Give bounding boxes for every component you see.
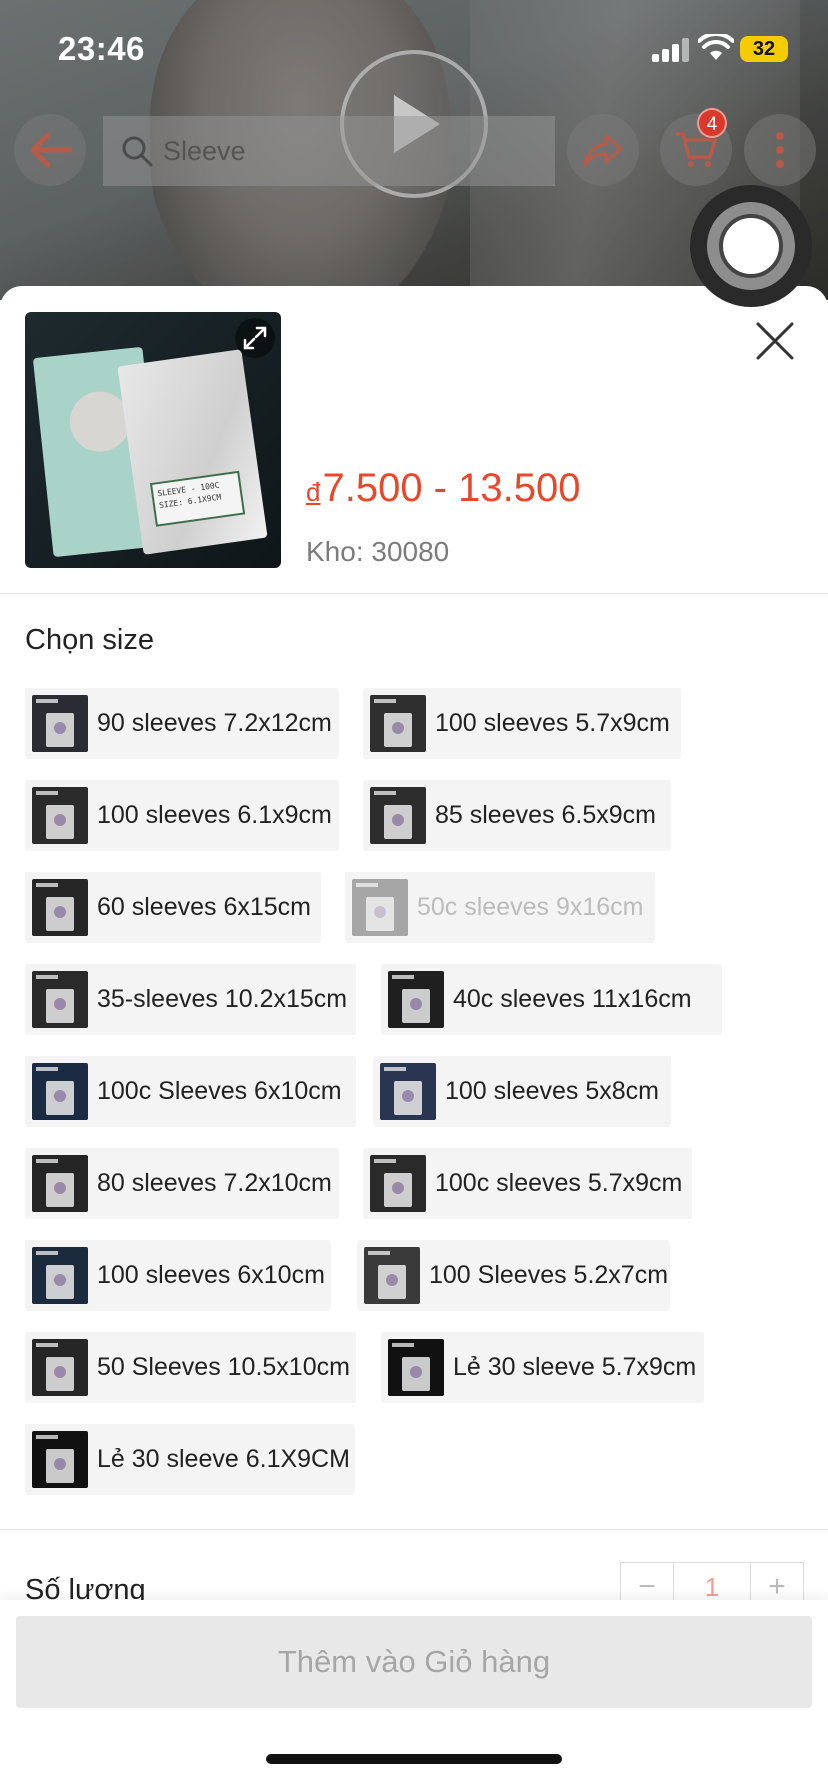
price-currency: đ xyxy=(306,477,321,507)
variant-option-thumbnail xyxy=(370,1155,426,1212)
variant-option-label: Lẻ 30 sleeve 5.7x9cm xyxy=(453,1353,697,1381)
variant-option-thumbnail xyxy=(32,1247,88,1304)
search-bar[interactable]: Sleeve xyxy=(103,116,555,186)
variant-option-label: 80 sleeves 7.2x10cm xyxy=(97,1169,332,1197)
variant-option-label: 50c sleeves 9x16cm xyxy=(417,893,644,921)
variant-option[interactable]: 50 Sleeves 10.5x10cm xyxy=(25,1332,356,1403)
more-options-button[interactable] xyxy=(744,114,816,186)
variant-option-label: 50 Sleeves 10.5x10cm xyxy=(97,1353,350,1381)
variant-option-label: 100c sleeves 5.7x9cm xyxy=(435,1169,683,1197)
variant-option-label: 35-sleeves 10.2x15cm xyxy=(97,985,348,1013)
back-button[interactable] xyxy=(14,114,86,186)
variant-section-title: Chọn size xyxy=(25,624,154,656)
variant-option: 50c sleeves 9x16cm xyxy=(345,872,655,943)
share-button[interactable] xyxy=(567,114,639,186)
variant-option-label: 100 sleeves 5.7x9cm xyxy=(435,709,670,737)
variant-option-thumbnail xyxy=(32,1339,88,1396)
variant-option-thumbnail xyxy=(32,1063,88,1120)
variant-option-label: 100 sleeves 6x10cm xyxy=(97,1261,325,1289)
add-to-cart-button[interactable]: Thêm vào Giỏ hàng xyxy=(16,1616,812,1708)
product-thumbnail[interactable]: SLEEVE - 100C SIZE: 6.1X9CM xyxy=(25,312,281,568)
variant-option-label: Lẻ 30 sleeve 6.1X9CM xyxy=(97,1445,350,1473)
variant-option[interactable]: Lẻ 30 sleeve 6.1X9CM xyxy=(25,1424,355,1495)
variant-option[interactable]: 100c sleeves 5.7x9cm xyxy=(363,1148,692,1219)
close-icon xyxy=(756,322,794,360)
wifi-icon xyxy=(698,34,734,60)
variant-option[interactable]: 80 sleeves 7.2x10cm xyxy=(25,1148,339,1219)
thumbnail-sleeve-label: SLEEVE - 100C SIZE: 6.1X9CM xyxy=(149,470,246,527)
variant-option-label: 90 sleeves 7.2x12cm xyxy=(97,709,332,737)
variant-option-thumbnail xyxy=(364,1247,420,1304)
variant-option-label: 60 sleeves 6x15cm xyxy=(97,893,312,921)
variant-option-label: 100c Sleeves 6x10cm xyxy=(97,1077,342,1105)
variant-option[interactable]: 85 sleeves 6.5x9cm xyxy=(363,780,671,851)
variant-option-thumbnail xyxy=(32,787,88,844)
variant-option-thumbnail xyxy=(32,879,88,936)
more-vertical-icon xyxy=(776,132,784,168)
variant-option-thumbnail xyxy=(370,695,426,752)
variant-option[interactable]: Lẻ 30 sleeve 5.7x9cm xyxy=(381,1332,704,1403)
expand-icon[interactable] xyxy=(235,318,275,358)
variant-selection-sheet: SLEEVE - 100C SIZE: 6.1X9CM đ 7.500 - 13… xyxy=(0,286,828,1792)
variant-option-thumbnail xyxy=(352,879,408,936)
variant-option-label: 100 sleeves 5x8cm xyxy=(445,1077,660,1105)
variant-option[interactable]: 35-sleeves 10.2x15cm xyxy=(25,964,356,1035)
home-indicator xyxy=(266,1754,562,1764)
search-icon xyxy=(122,136,153,167)
variant-option-thumbnail xyxy=(380,1063,436,1120)
variant-option-thumbnail xyxy=(32,695,88,752)
variant-option[interactable]: 100 sleeves 6x10cm xyxy=(25,1240,331,1311)
variant-option-thumbnail xyxy=(388,971,444,1028)
variant-option-label: 40c sleeves 11x16cm xyxy=(453,985,692,1013)
variant-option-thumbnail xyxy=(32,1431,88,1488)
variant-option[interactable]: 100 sleeves 5x8cm xyxy=(373,1056,671,1127)
price-value: 7.500 - 13.500 xyxy=(322,466,581,510)
variant-option-thumbnail xyxy=(388,1339,444,1396)
variant-option[interactable]: 100 sleeves 6.1x9cm xyxy=(25,780,339,851)
variant-option[interactable]: 100c Sleeves 6x10cm xyxy=(25,1056,356,1127)
variant-option-thumbnail xyxy=(370,787,426,844)
cellular-signal-icon xyxy=(652,38,690,62)
top-navigation: Sleeve 4 xyxy=(0,108,828,194)
cart-button[interactable]: 4 xyxy=(660,108,732,186)
share-icon xyxy=(583,134,623,167)
variant-option-thumbnail xyxy=(32,1155,88,1212)
variant-option[interactable]: 100 sleeves 5.7x9cm xyxy=(363,688,681,759)
assistive-touch-button[interactable] xyxy=(690,185,812,307)
variant-option[interactable]: 90 sleeves 7.2x12cm xyxy=(25,688,339,759)
status-time: 23:46 xyxy=(58,30,145,67)
close-sheet-button[interactable] xyxy=(750,316,800,366)
variant-option[interactable]: 40c sleeves 11x16cm xyxy=(381,964,722,1035)
divider xyxy=(0,1529,828,1530)
variant-option-label: 100 sleeves 6.1x9cm xyxy=(97,801,332,829)
variant-option[interactable]: 100 Sleeves 5.2x7cm xyxy=(357,1240,670,1311)
arrow-left-icon xyxy=(30,132,72,168)
price-range: đ 7.500 - 13.500 xyxy=(306,466,580,511)
battery-icon: 32 xyxy=(740,36,788,62)
variant-option-label: 85 sleeves 6.5x9cm xyxy=(435,801,656,829)
search-placeholder: Sleeve xyxy=(163,135,246,166)
sheet-header: SLEEVE - 100C SIZE: 6.1X9CM đ 7.500 - 13… xyxy=(0,286,828,594)
sheet-footer: Thêm vào Giỏ hàng xyxy=(0,1600,828,1792)
variant-option[interactable]: 60 sleeves 6x15cm xyxy=(25,872,321,943)
variant-option-label: 100 Sleeves 5.2x7cm xyxy=(429,1261,669,1289)
cart-count-badge: 4 xyxy=(697,108,727,138)
variant-option-thumbnail xyxy=(32,971,88,1028)
stock-count: Kho: 30080 xyxy=(306,536,450,567)
